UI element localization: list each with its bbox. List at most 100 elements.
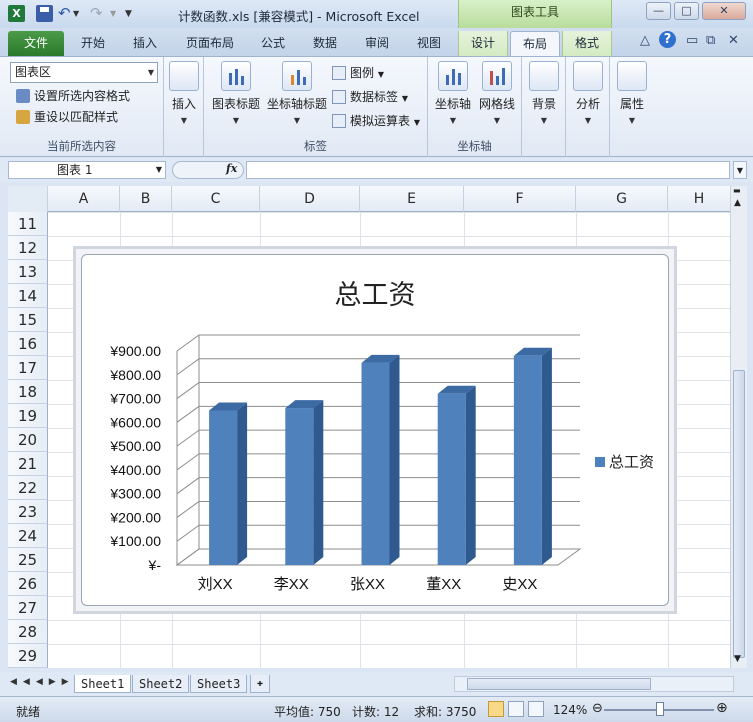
- insert-button[interactable]: 插入 ▼: [168, 61, 200, 125]
- scroll-down-icon[interactable]: ▼: [734, 654, 741, 664]
- chart-title-button[interactable]: 图表标题 ▼: [208, 61, 264, 125]
- tab-layout[interactable]: 布局: [510, 31, 560, 56]
- sheet-tab-2[interactable]: Sheet2: [132, 675, 190, 693]
- axis-titles-button[interactable]: 坐标轴标题 ▼: [264, 61, 330, 125]
- data-table-button[interactable]: 模拟运算表 ▼: [332, 111, 420, 131]
- row-header[interactable]: 23: [8, 500, 48, 524]
- row-header[interactable]: 20: [8, 428, 48, 452]
- select-all-corner[interactable]: [8, 186, 48, 212]
- close-button[interactable]: ✕: [702, 2, 746, 20]
- redo-dropdown-icon[interactable]: ▼: [110, 9, 116, 18]
- zoom-level[interactable]: 124%: [553, 703, 587, 717]
- status-average: 平均值: 750: [274, 705, 341, 719]
- zoom-out-icon[interactable]: ⊖: [592, 701, 603, 716]
- tab-formulas[interactable]: 公式: [250, 31, 296, 56]
- tab-review[interactable]: 审阅: [354, 31, 400, 56]
- tab-home[interactable]: 开始: [70, 31, 116, 56]
- excel-logo-icon[interactable]: X: [8, 5, 25, 22]
- column-header[interactable]: E: [360, 186, 464, 212]
- chevron-down-icon: ▼: [449, 116, 457, 125]
- column-header[interactable]: A: [48, 186, 120, 212]
- normal-view-icon[interactable]: [488, 701, 504, 717]
- axes-button[interactable]: 坐标轴 ▼: [432, 61, 474, 125]
- formula-input[interactable]: [246, 161, 730, 179]
- doc-restore-icon[interactable]: ⧉: [706, 33, 715, 48]
- tab-view[interactable]: 视图: [406, 31, 452, 56]
- save-icon[interactable]: [36, 5, 53, 22]
- column-header[interactable]: G: [576, 186, 668, 212]
- horizontal-scroll-thumb[interactable]: [467, 678, 651, 690]
- gridlines-button[interactable]: 网格线 ▼: [476, 61, 518, 125]
- row-header[interactable]: 29: [8, 644, 48, 668]
- tab-design[interactable]: 设计: [458, 31, 508, 56]
- sheet-tab-1[interactable]: Sheet1: [74, 675, 132, 693]
- analysis-button[interactable]: 分析 ▼: [572, 61, 604, 125]
- split-handle-icon[interactable]: ▬: [733, 186, 741, 195]
- column-header[interactable]: H: [668, 186, 730, 212]
- chart-legend[interactable]: 总工资: [595, 451, 654, 472]
- tab-page-layout[interactable]: 页面布局: [176, 31, 244, 56]
- row-header[interactable]: 12: [8, 236, 48, 260]
- minimize-ribbon-icon[interactable]: △: [640, 33, 650, 48]
- vertical-scroll-thumb[interactable]: [733, 370, 745, 658]
- sheet-tab-3[interactable]: Sheet3: [190, 675, 248, 693]
- row-header[interactable]: 15: [8, 308, 48, 332]
- row-header[interactable]: 19: [8, 404, 48, 428]
- row-header[interactable]: 17: [8, 356, 48, 380]
- scroll-up-icon[interactable]: ▲: [734, 198, 741, 208]
- row-header[interactable]: 25: [8, 548, 48, 572]
- column-header[interactable]: D: [260, 186, 360, 212]
- reset-style-button[interactable]: 重设以匹配样式: [16, 108, 118, 126]
- chart-frame[interactable]: 总工资 ¥- ¥100.00 ¥200.00 ¥300.00 ¥400.00 ¥500.0…: [73, 246, 677, 614]
- horizontal-scrollbar[interactable]: [454, 676, 734, 692]
- row-header[interactable]: 24: [8, 524, 48, 548]
- row-header[interactable]: 11: [8, 212, 48, 236]
- customize-quick-access-icon[interactable]: ▼: [125, 9, 132, 19]
- properties-button[interactable]: 属性 ▼: [616, 61, 648, 125]
- column-header[interactable]: F: [464, 186, 576, 212]
- tab-insert[interactable]: 插入: [122, 31, 168, 56]
- zoom-in-icon[interactable]: ⊕: [716, 700, 728, 716]
- zoom-slider-knob[interactable]: [656, 702, 664, 716]
- expand-formula-bar-icon[interactable]: ▼: [733, 161, 747, 179]
- doc-minimize-icon[interactable]: ▭: [686, 33, 698, 48]
- chart-plot[interactable]: ¥- ¥100.00 ¥200.00 ¥300.00 ¥400.00 ¥500.00 ¥60…: [82, 255, 670, 607]
- maximize-button[interactable]: □: [674, 2, 699, 20]
- tab-file[interactable]: 文件: [8, 31, 64, 56]
- row-header[interactable]: 13: [8, 260, 48, 284]
- chart-area[interactable]: 总工资 ¥- ¥100.00 ¥200.00 ¥300.00 ¥400.00 ¥500.0…: [81, 254, 669, 606]
- column-header[interactable]: C: [172, 186, 260, 212]
- row-header[interactable]: 16: [8, 332, 48, 356]
- row-header[interactable]: 21: [8, 452, 48, 476]
- reset-style-icon: [16, 110, 30, 124]
- tab-format[interactable]: 格式: [562, 31, 612, 56]
- help-icon[interactable]: ?: [659, 31, 676, 48]
- tab-data[interactable]: 数据: [302, 31, 348, 56]
- page-layout-view-icon[interactable]: [508, 701, 524, 717]
- row-header[interactable]: 14: [8, 284, 48, 308]
- vertical-scrollbar[interactable]: ▬ ▲ ▼: [730, 186, 747, 668]
- redo-icon[interactable]: ↷: [90, 5, 107, 22]
- insert-sheet-icon[interactable]: ✚: [250, 675, 271, 693]
- format-selection-button[interactable]: 设置所选内容格式: [16, 87, 130, 105]
- row-header[interactable]: 22: [8, 476, 48, 500]
- page-break-view-icon[interactable]: [528, 701, 544, 717]
- data-labels-button[interactable]: 数据标签 ▼: [332, 87, 408, 107]
- row-header[interactable]: 26: [8, 572, 48, 596]
- row-header[interactable]: 27: [8, 596, 48, 620]
- row-header[interactable]: 18: [8, 380, 48, 404]
- minimize-button[interactable]: —: [646, 2, 671, 20]
- bar-side: [389, 354, 400, 565]
- doc-close-icon[interactable]: ✕: [728, 33, 739, 48]
- legend-button[interactable]: 图例 ▼: [332, 63, 384, 83]
- insert-function-icon[interactable]: fx: [226, 162, 237, 175]
- background-button[interactable]: 背景 ▼: [528, 61, 560, 125]
- column-header[interactable]: B: [120, 186, 172, 212]
- group-labels: 图表标题 ▼ 坐标轴标题 ▼ 图例 ▼ 数据标签 ▼ 模拟运算表 ▼ 标签: [204, 57, 428, 157]
- chart-elements-dropdown[interactable]: 图表区 ▼: [10, 62, 158, 83]
- chart-tools-banner: 图表工具: [458, 0, 612, 28]
- name-box[interactable]: 图表 1 ▼: [8, 161, 166, 179]
- chevron-down-icon: ▼: [293, 116, 301, 125]
- row-header[interactable]: 28: [8, 620, 48, 644]
- undo-dropdown-icon[interactable]: ▼: [73, 9, 79, 18]
